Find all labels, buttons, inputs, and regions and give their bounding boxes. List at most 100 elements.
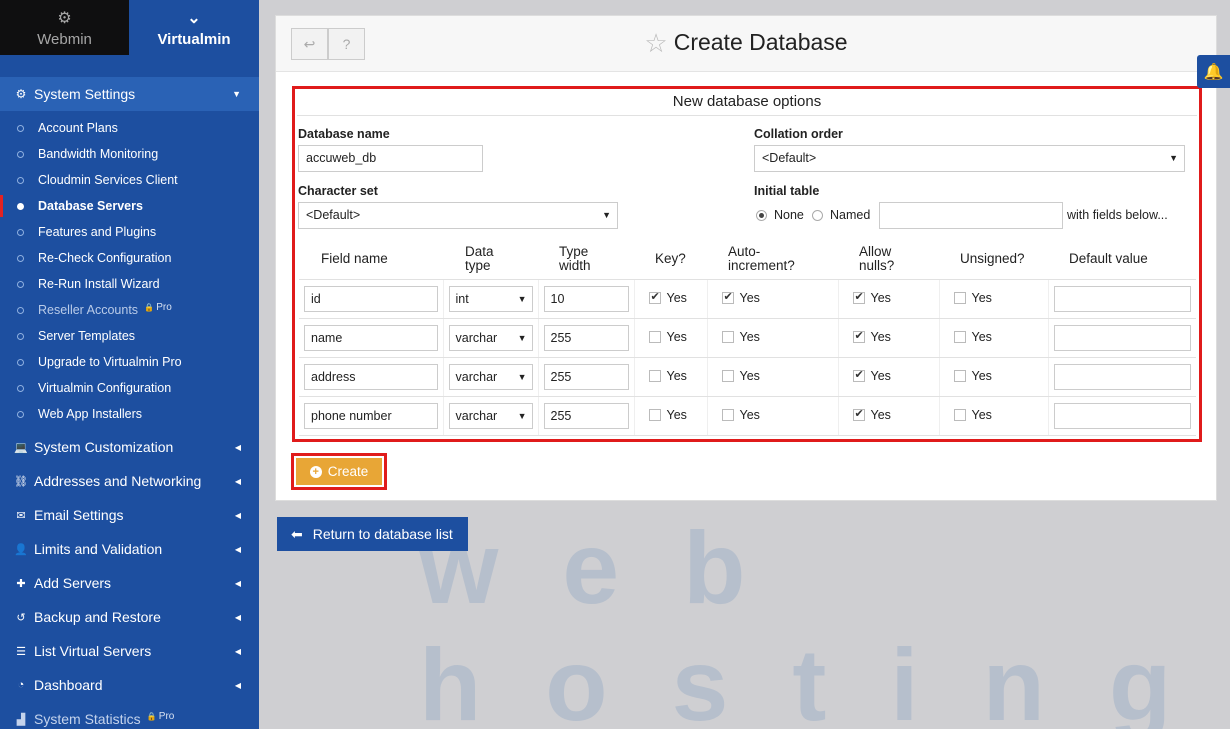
radio-named[interactable]: Named bbox=[812, 208, 870, 222]
allow-nulls-checkbox[interactable]: Yes bbox=[844, 290, 891, 305]
sidebar-item-reseller-accounts[interactable]: Reseller Accounts 🔒 Pro bbox=[0, 297, 259, 323]
sidebar-item-account-plans[interactable]: Account Plans bbox=[0, 115, 259, 141]
unsigned-checkbox[interactable]: Yes bbox=[945, 408, 992, 422]
checkbox-box[interactable] bbox=[852, 368, 865, 382]
default-value-input[interactable] bbox=[1053, 285, 1191, 312]
sidebar-item-label: Virtualmin Configuration bbox=[38, 381, 172, 395]
type-width-input[interactable]: 255 bbox=[543, 402, 629, 429]
tab-webmin[interactable]: ⚙ Webmin bbox=[0, 0, 129, 55]
dashboard-icon: ◔ bbox=[17, 679, 25, 691]
field-name-input[interactable]: phone number bbox=[304, 402, 438, 429]
arrow-left-icon: ⬅ bbox=[291, 525, 303, 542]
checkbox-box[interactable] bbox=[953, 408, 966, 421]
sidebar: ⚙ Webmin ⌄ Virtualmin ⚙ System Settings … bbox=[0, 0, 259, 729]
caret-left-icon: ◀ bbox=[234, 612, 241, 622]
checkbox-box[interactable] bbox=[852, 407, 865, 421]
checkbox-box[interactable] bbox=[721, 290, 734, 304]
sidebar-section-system-settings[interactable]: ⚙ System Settings ▼ bbox=[0, 77, 259, 111]
db-name-input[interactable]: accuweb_db bbox=[298, 145, 483, 172]
key-checkbox[interactable]: Yes bbox=[640, 408, 687, 422]
data-type-select[interactable]: varchar ▼ bbox=[448, 363, 533, 390]
sidebar-section-add-servers[interactable]: ✚ Add Servers ◀ bbox=[0, 566, 259, 600]
field-name-input[interactable]: name bbox=[304, 324, 438, 351]
type-width-input[interactable]: 255 bbox=[543, 363, 629, 390]
options-title: New database options bbox=[297, 89, 1197, 116]
sidebar-section-backup-and-restore[interactable]: ↺ Backup and Restore ◀ bbox=[0, 600, 259, 634]
checkbox-box[interactable] bbox=[648, 369, 661, 382]
chevron-down-icon: ⌄ bbox=[187, 10, 201, 27]
default-value-input[interactable] bbox=[1053, 402, 1191, 429]
sidebar-section-system-customization[interactable]: 💻 System Customization ◀ bbox=[0, 430, 259, 464]
allow-nulls-checkbox[interactable]: Yes bbox=[844, 329, 891, 344]
sidebar-item-cloudmin-services-client[interactable]: Cloudmin Services Client bbox=[0, 167, 259, 193]
checkbox-box[interactable] bbox=[648, 290, 661, 304]
type-width-input[interactable]: 10 bbox=[543, 285, 629, 312]
radio-named-dot[interactable] bbox=[812, 209, 823, 221]
default-value-input[interactable] bbox=[1053, 324, 1191, 351]
create-button[interactable]: + Create bbox=[296, 458, 382, 485]
sidebar-section-dashboard[interactable]: ◔ Dashboard ◀ bbox=[0, 668, 259, 702]
field-name-input[interactable]: id bbox=[304, 285, 438, 312]
new-database-options: New database options Database name accuw… bbox=[292, 86, 1202, 442]
unsigned-checkbox[interactable]: Yes bbox=[945, 291, 992, 305]
sidebar-item-re-check-configuration[interactable]: Re-Check Configuration bbox=[0, 245, 259, 271]
sidebar-item-label: Reseller Accounts bbox=[38, 303, 139, 317]
sidebar-section-system-statistics[interactable]: ▟ System Statistics 🔒 Pro bbox=[0, 702, 259, 729]
allow-nulls-checkbox[interactable]: Yes bbox=[844, 407, 891, 422]
default-value-input[interactable] bbox=[1053, 363, 1191, 390]
auto-increment-checkbox[interactable]: Yes bbox=[713, 330, 760, 344]
data-type-select[interactable]: varchar ▼ bbox=[448, 324, 533, 351]
sidebar-item-bandwidth-monitoring[interactable]: Bandwidth Monitoring bbox=[0, 141, 259, 167]
checkbox-box[interactable] bbox=[721, 369, 734, 382]
star-icon[interactable]: ☆ bbox=[644, 28, 667, 58]
sidebar-section-addresses-and-networking[interactable]: ⛓ Addresses and Networking ◀ bbox=[0, 464, 259, 498]
type-width-input[interactable]: 255 bbox=[543, 324, 629, 351]
pro-badge: 🔒 Pro bbox=[144, 302, 172, 313]
key-checkbox[interactable]: Yes bbox=[640, 369, 687, 383]
checkbox-box[interactable] bbox=[953, 330, 966, 343]
checkbox-box[interactable] bbox=[721, 408, 734, 421]
sidebar-item-upgrade-to-virtualmin-pro[interactable]: Upgrade to Virtualmin Pro bbox=[0, 349, 259, 375]
sidebar-section-email-settings[interactable]: ✉ Email Settings ◀ bbox=[0, 498, 259, 532]
sidebar-section-list-virtual-servers[interactable]: ☰ List Virtual Servers ◀ bbox=[0, 634, 259, 668]
yes-label: Yes bbox=[739, 368, 760, 383]
key-checkbox[interactable]: Yes bbox=[640, 290, 687, 305]
sidebar-item-web-app-installers[interactable]: Web App Installers bbox=[0, 401, 259, 427]
allow-nulls-checkbox[interactable]: Yes bbox=[844, 368, 891, 383]
charset-value: <Default> bbox=[306, 208, 361, 222]
sidebar-item-virtualmin-configuration[interactable]: Virtualmin Configuration bbox=[0, 375, 259, 401]
field-name-input[interactable]: address bbox=[304, 363, 438, 390]
checkbox-box[interactable] bbox=[852, 290, 865, 304]
data-type-select[interactable]: int ▼ bbox=[448, 285, 533, 312]
sidebar-item-server-templates[interactable]: Server Templates bbox=[0, 323, 259, 349]
pro-label: Pro bbox=[156, 301, 172, 313]
checkbox-box[interactable] bbox=[648, 408, 661, 421]
checkbox-box[interactable] bbox=[852, 329, 865, 343]
sidebar-section-limits-and-validation[interactable]: 👤 Limits and Validation ◀ bbox=[0, 532, 259, 566]
checkbox-box[interactable] bbox=[953, 291, 966, 304]
charset-select[interactable]: <Default> ▼ bbox=[298, 202, 618, 229]
radio-none-dot[interactable] bbox=[756, 209, 767, 221]
auto-increment-checkbox[interactable]: Yes bbox=[713, 290, 760, 305]
notification-bell-icon[interactable]: 🔔 bbox=[1197, 55, 1230, 88]
page-title-text: Create Database bbox=[673, 29, 848, 55]
sidebar-item-features-and-plugins[interactable]: Features and Plugins bbox=[0, 219, 259, 245]
data-type-select[interactable]: varchar ▼ bbox=[448, 402, 533, 429]
auto-increment-checkbox[interactable]: Yes bbox=[713, 408, 760, 422]
sidebar-item-re-run-install-wizard[interactable]: Re-Run Install Wizard bbox=[0, 271, 259, 297]
unsigned-checkbox[interactable]: Yes bbox=[945, 330, 992, 344]
return-to-database-list-button[interactable]: ⬅ Return to database list bbox=[277, 517, 468, 551]
key-checkbox[interactable]: Yes bbox=[640, 330, 687, 344]
collation-select[interactable]: <Default> ▼ bbox=[754, 145, 1185, 172]
checkbox-box[interactable] bbox=[953, 369, 966, 382]
network-icon: ⛓ bbox=[14, 475, 28, 488]
checkbox-box[interactable] bbox=[648, 330, 661, 343]
tab-virtualmin[interactable]: ⌄ Virtualmin bbox=[129, 0, 259, 55]
checkbox-box[interactable] bbox=[721, 330, 734, 343]
auto-increment-checkbox[interactable]: Yes bbox=[713, 369, 760, 383]
table-name-input[interactable] bbox=[879, 202, 1063, 229]
sidebar-item-database-servers[interactable]: Database Servers bbox=[0, 193, 259, 219]
col-type-width: Type width bbox=[538, 239, 634, 280]
unsigned-checkbox[interactable]: Yes bbox=[945, 369, 992, 383]
radio-none[interactable]: None bbox=[756, 208, 804, 222]
